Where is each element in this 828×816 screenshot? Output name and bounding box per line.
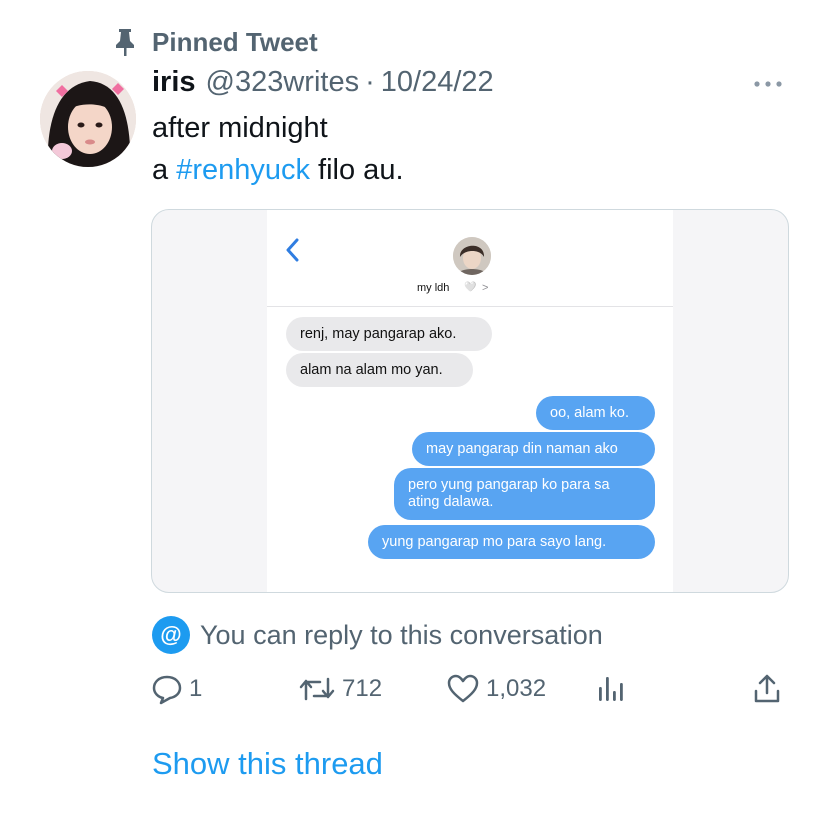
retweet-icon	[299, 677, 335, 701]
message-sent: may pangarap din naman ako	[412, 432, 655, 466]
pinned-label: Pinned Tweet	[152, 26, 318, 57]
tweet-text-line1: after midnight	[152, 112, 328, 144]
share-button[interactable]	[752, 671, 788, 707]
reply-permission: @ You can reply to this conversation	[152, 616, 603, 654]
tweet-text-prefix: a	[152, 154, 177, 186]
views-icon	[599, 677, 623, 701]
reply-button[interactable]: 1	[151, 671, 202, 707]
contact-chevron: >	[482, 282, 489, 294]
contact-heart: 🤍	[464, 282, 477, 293]
hashtag-link[interactable]: #renhyuck	[176, 154, 310, 186]
author-handle[interactable]: @323writes	[206, 66, 360, 99]
message-sent: yung pangarap mo para sayo lang.	[368, 525, 655, 559]
chat-screenshot: my ldh 🤍 > renj, may pangarap ako. alam …	[267, 210, 673, 592]
like-count: 1,032	[486, 675, 547, 702]
reply-icon	[152, 675, 182, 705]
show-thread-link[interactable]: Show this thread	[152, 746, 383, 782]
pinned-indicator: Pinned Tweet	[112, 24, 318, 60]
tweet-text-suffix: filo au.	[310, 154, 404, 186]
heart-icon	[447, 674, 479, 703]
author-name[interactable]: iris	[152, 66, 196, 99]
retweet-button[interactable]: 712	[298, 671, 382, 707]
back-chevron-icon	[286, 238, 299, 262]
avatar[interactable]	[40, 71, 136, 167]
more-dots-icon[interactable]	[752, 74, 784, 94]
tweet-media[interactable]: my ldh 🤍 > renj, may pangarap ako. alam …	[151, 209, 789, 593]
tweet-text-line2: a #renhyuck filo au.	[152, 154, 404, 187]
tweet-date[interactable]: 10/24/22	[381, 66, 494, 99]
message-received: renj, may pangarap ako.	[286, 317, 492, 351]
pin-icon	[116, 29, 134, 56]
chat-divider	[267, 306, 673, 307]
views-button[interactable]	[596, 671, 630, 707]
retweet-count: 712	[342, 675, 383, 702]
header-separator: ·	[365, 66, 375, 98]
tweet-header: iris @323writes · 10/24/22	[152, 66, 494, 106]
message-sent: oo, alam ko.	[536, 396, 655, 430]
share-icon	[754, 674, 780, 703]
message-sent: pero yung pangarap ko para sa ating dala…	[394, 468, 655, 520]
like-button[interactable]: 1,032	[446, 671, 546, 707]
at-icon: @	[152, 616, 190, 654]
reply-permission-text: You can reply to this conversation	[200, 619, 603, 650]
message-received: alam na alam mo yan.	[286, 353, 473, 387]
reply-count: 1	[189, 675, 203, 702]
contact-avatar	[453, 237, 491, 275]
contact-name: my ldh	[417, 282, 450, 294]
